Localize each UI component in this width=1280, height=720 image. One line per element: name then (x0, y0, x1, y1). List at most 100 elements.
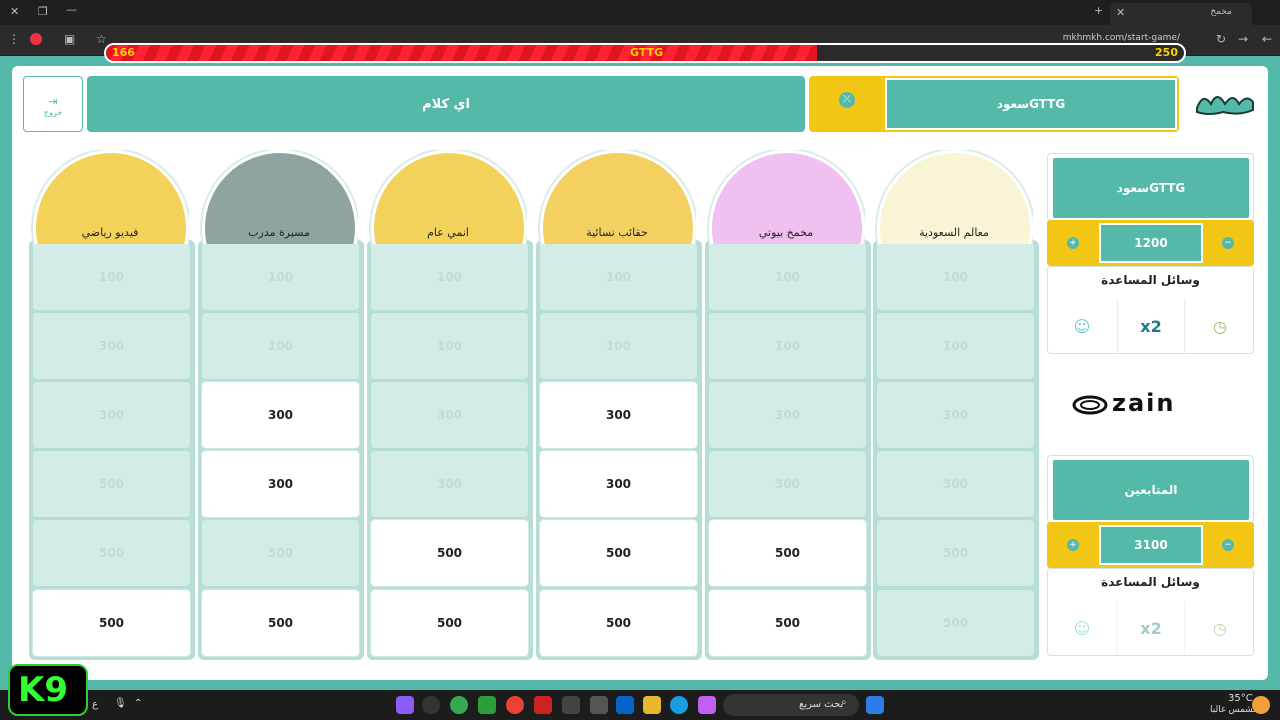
weather-icon[interactable] (1252, 696, 1270, 714)
question-cell: 300 (709, 382, 866, 448)
xbox-icon[interactable] (478, 696, 496, 714)
exit-button[interactable]: ⇥ خروج (23, 76, 83, 132)
team1-double-icon[interactable]: x2 (1117, 299, 1185, 353)
question-cell[interactable]: 500 (371, 520, 528, 586)
team2-double-icon[interactable]: x2 (1117, 601, 1185, 655)
menu-dots-icon[interactable]: ⋮ (8, 32, 20, 46)
progress-left-value: 166 (112, 46, 135, 59)
restore-window-icon[interactable]: ❐ (38, 5, 48, 18)
team1-score: 1200 (1099, 223, 1203, 263)
back-icon[interactable]: ← (1262, 32, 1272, 46)
category-label: مخمخ بيوتي (758, 226, 814, 239)
taskbar-search[interactable]: بحث سريع ⌕ (723, 694, 859, 716)
question-cell[interactable]: 500 (709, 520, 866, 586)
question-cell[interactable]: 300 (540, 382, 697, 448)
outlook-icon[interactable] (616, 696, 634, 714)
question-cell[interactable]: 500 (709, 590, 866, 656)
game-progress-bar: 166 GTTG 250 (104, 43, 1186, 63)
tab-close-icon[interactable]: ✕ (1116, 6, 1125, 19)
question-cell[interactable]: 500 (371, 590, 528, 656)
question-cell: 300 (371, 382, 528, 448)
team2-timer-icon[interactable]: ◷ (1186, 601, 1254, 655)
edge-icon[interactable] (670, 696, 688, 714)
browser-titlebar: ✕ ❐ — + ✕ مخمخ (0, 0, 1280, 25)
category-label: مسيرة مدرب (248, 226, 310, 239)
progress-fill (106, 45, 818, 61)
progress-center-label: GTTG (630, 46, 664, 59)
start-icon[interactable] (866, 696, 884, 714)
app-icon[interactable] (422, 696, 440, 714)
question-cell: 300 (709, 451, 866, 517)
bookmark-star-icon[interactable]: ☆ (96, 32, 107, 46)
team2-call-friend-icon[interactable]: ☺ (1048, 601, 1116, 655)
question-cell[interactable]: 300 (202, 382, 359, 448)
category-header: انمي عام (369, 150, 527, 246)
team2-minus-icon[interactable]: − (1222, 539, 1234, 551)
question-cell[interactable]: 500 (202, 590, 359, 656)
weather-temp: 35°C (1228, 693, 1253, 704)
question-cell: 100 (371, 244, 528, 310)
category-header: حقائب نسائية (538, 150, 696, 246)
extension-icon[interactable] (30, 33, 42, 45)
question-cell[interactable]: 300 (202, 451, 359, 517)
app-red-icon[interactable] (534, 696, 552, 714)
sidebar-icon[interactable]: ▣ (64, 32, 75, 46)
question-cell: 100 (709, 313, 866, 379)
team1-score-bar: + 1200 − (1047, 220, 1254, 266)
cube-icon[interactable] (590, 696, 608, 714)
progress-right-value: 250 (1155, 46, 1178, 59)
team1-minus-icon[interactable]: − (1222, 237, 1234, 249)
chrome-icon[interactable] (450, 696, 468, 714)
new-tab-icon[interactable]: + (1094, 4, 1103, 17)
discord-icon[interactable] (396, 696, 414, 714)
language-indicator[interactable]: ع (92, 699, 98, 710)
question-cell[interactable]: 300 (540, 451, 697, 517)
mkhmkh-logo (1193, 86, 1257, 120)
question-cell: 100 (202, 313, 359, 379)
question-cell[interactable]: 500 (33, 590, 190, 656)
google-icon[interactable] (506, 696, 524, 714)
current-team-name: سعودGTTG (885, 78, 1177, 130)
question-cell: 500 (877, 520, 1034, 586)
streamer-logo-text: K9 (18, 670, 69, 710)
file-explorer-icon[interactable] (643, 696, 661, 714)
question-cell: 100 (709, 244, 866, 310)
team2-score-bar: + 3100 − (1047, 522, 1254, 568)
question-cell: 300 (33, 382, 190, 448)
search-icon: ⌕ (841, 697, 847, 708)
team1-plus-icon[interactable]: + (1067, 237, 1079, 249)
question-cell: 500 (202, 520, 359, 586)
minimize-window-icon[interactable]: — (66, 3, 77, 16)
team1-name: سعودGTTG (1053, 158, 1249, 218)
current-team-bar: ⤫ سعودGTTG (809, 76, 1179, 132)
team1-call-friend-icon[interactable]: ☺ (1048, 299, 1116, 353)
question-cell: 500 (33, 520, 190, 586)
question-cell: 100 (33, 244, 190, 310)
swap-turn-icon[interactable]: ⤫ (839, 92, 855, 108)
tray-chevron-icon[interactable]: ⌃ (134, 698, 142, 709)
forward-icon[interactable]: → (1238, 32, 1248, 46)
team2-score: 3100 (1099, 525, 1203, 565)
app-gray-icon[interactable] (562, 696, 580, 714)
team1-aids-panel: وسائل المساعدة ☺ x2 ◷ (1047, 266, 1254, 354)
question-cell: 100 (202, 244, 359, 310)
question-cell: 300 (877, 382, 1034, 448)
copilot-icon[interactable] (698, 696, 716, 714)
browser-tab[interactable]: ✕ مخمخ (1110, 3, 1252, 25)
team2-plus-icon[interactable]: + (1067, 539, 1079, 551)
question-cell[interactable]: 500 (540, 520, 697, 586)
category-header: مسيرة مدرب (200, 150, 358, 246)
team1-card: سعودGTTG (1047, 153, 1254, 221)
team1-timer-icon[interactable]: ◷ (1186, 299, 1254, 353)
question-cell[interactable]: 500 (540, 590, 697, 656)
team2-card: المتابعين (1047, 455, 1254, 523)
question-cell: 500 (33, 451, 190, 517)
category-label: حقائب نسائية (586, 226, 648, 239)
url-text[interactable]: mkhmkh.com/start-game/ (1063, 33, 1180, 43)
microphone-icon[interactable]: 🎙 (114, 698, 127, 709)
reload-icon[interactable]: ↻ (1216, 32, 1226, 46)
close-window-icon[interactable]: ✕ (10, 5, 19, 18)
question-cell: 100 (371, 313, 528, 379)
os-taskbar: ع 🎙 ⌃ بحث سريع ⌕ 35°C مشمس غالبا (0, 690, 1280, 720)
team1-aids-title: وسائل المساعدة (1101, 273, 1200, 287)
